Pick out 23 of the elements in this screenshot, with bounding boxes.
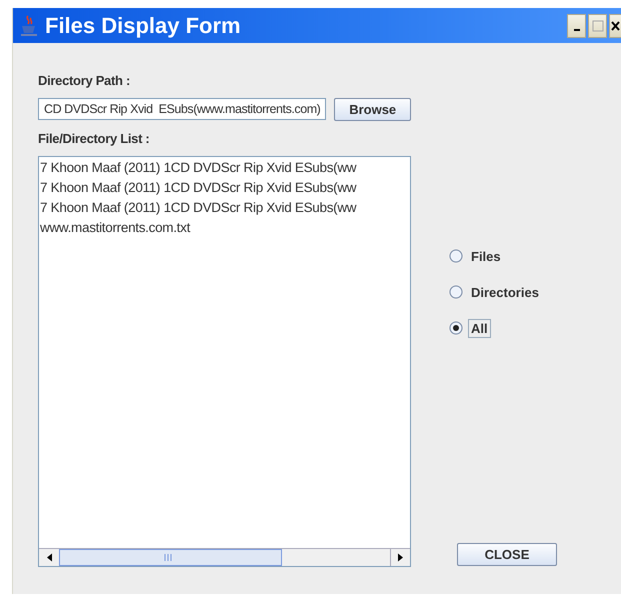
filter-radio[interactable]: Directories bbox=[449, 274, 609, 310]
radio-button-icon[interactable] bbox=[449, 285, 463, 299]
window-title: Files Display Form bbox=[45, 12, 242, 38]
radio-button-icon[interactable] bbox=[449, 249, 463, 263]
radio-button-icon[interactable] bbox=[449, 321, 463, 335]
maximize-icon bbox=[592, 20, 604, 32]
cup-icon bbox=[19, 14, 39, 36]
minimize-button[interactable] bbox=[567, 14, 586, 38]
close-icon bbox=[611, 20, 620, 30]
minimize-icon bbox=[574, 28, 580, 30]
filter-radio[interactable]: All bbox=[449, 310, 609, 346]
file-list-item[interactable]: 7 Khoon Maaf (2011) 1CD DVDScr Rip Xvid ESubs(ww bbox=[40, 178, 410, 198]
horizontal-scrollbar[interactable] bbox=[39, 548, 410, 566]
directory-path-label: Directory Path : bbox=[38, 73, 132, 88]
close-button[interactable] bbox=[609, 14, 621, 38]
directory-path-field[interactable]: CD DVDScr Rip Xvid ESubs(www.mastitorrents.com) bbox=[38, 98, 326, 120]
browse-button[interactable]: Browse bbox=[334, 98, 411, 121]
file-list-item[interactable]: 7 Khoon Maaf (2011) 1CD DVDScr Rip Xvid ESubs(ww bbox=[40, 198, 410, 218]
filter-radio[interactable]: Files bbox=[449, 238, 609, 274]
file-list-item[interactable]: 7 Khoon Maaf (2011) 1CD DVDScr Rip Xvid ESubs(ww bbox=[40, 158, 410, 178]
file-list-label: File/Directory List : bbox=[38, 131, 150, 146]
file-list-item[interactable]: www.mastitorrents.com.txt bbox=[40, 218, 410, 238]
close-button[interactable]: CLOSE bbox=[457, 543, 557, 566]
